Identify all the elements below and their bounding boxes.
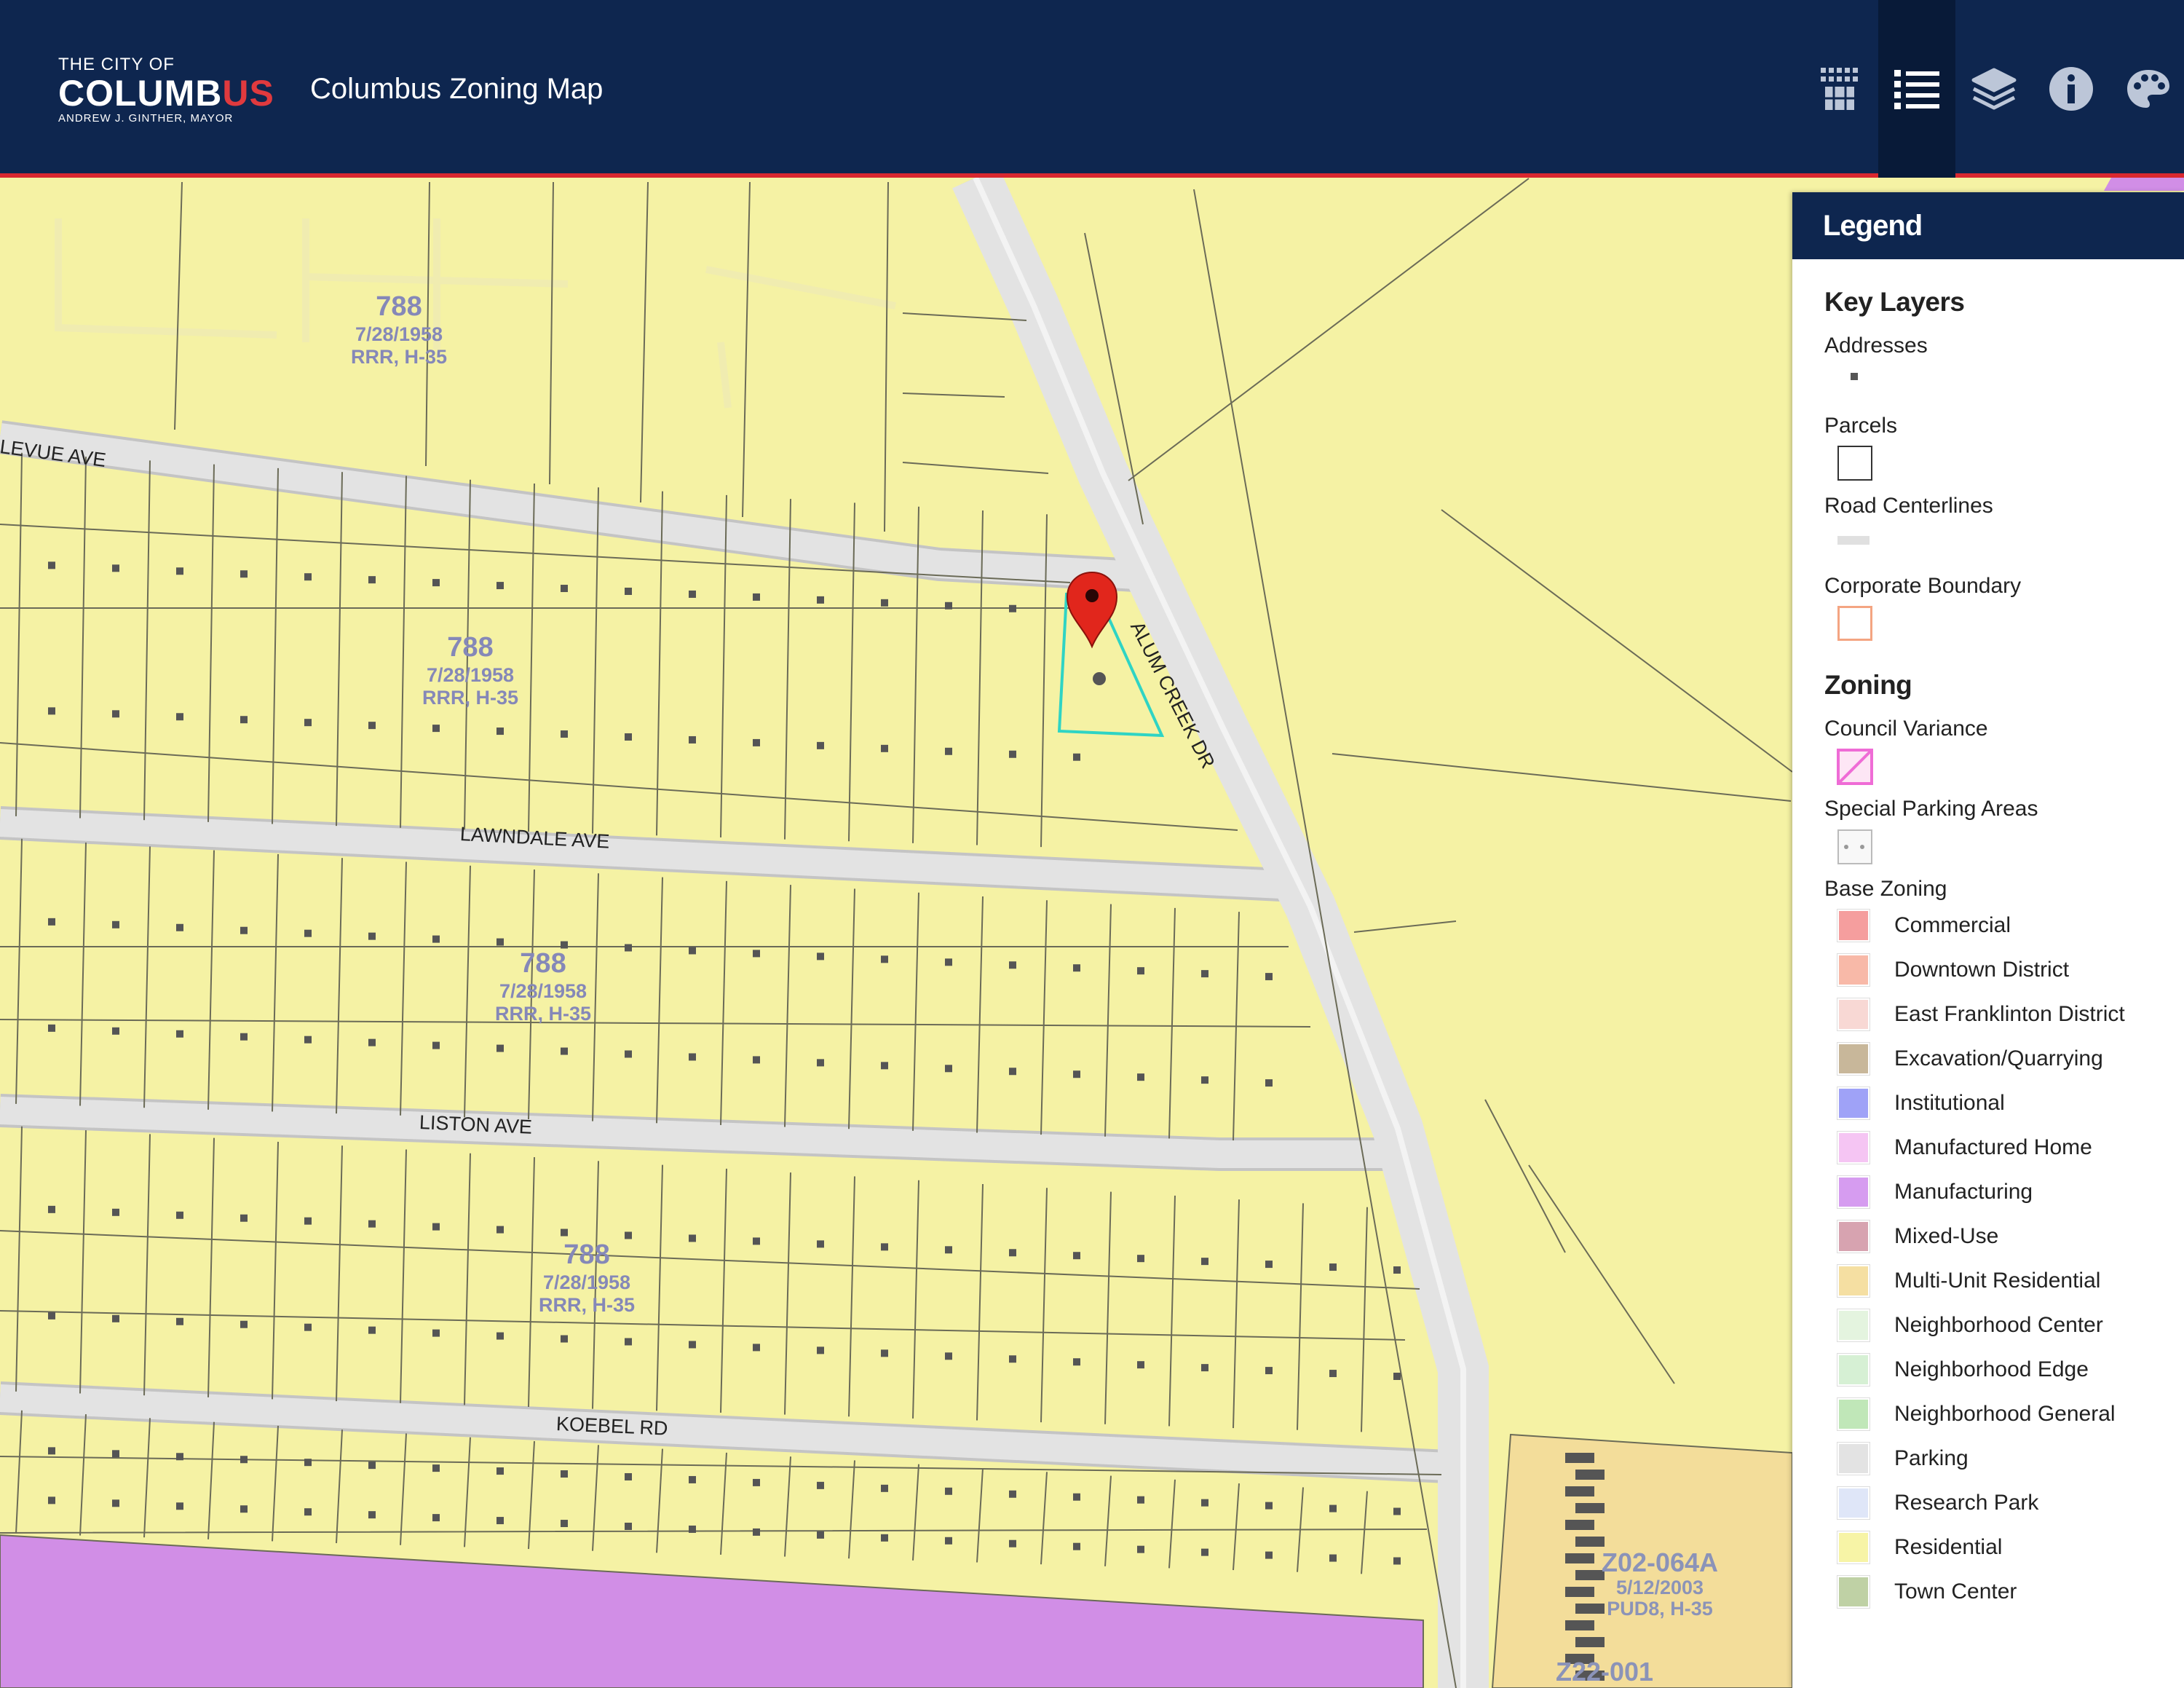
zone-label-2: 788 7/28/1958 RRR, H-35 (422, 632, 519, 709)
legend-zone-row: Neighborhood Center (1824, 1303, 2177, 1347)
legend-corporate-boundary-label: Corporate Boundary (1824, 574, 2022, 598)
zone-label: Research Park (1894, 1490, 2039, 1515)
zone-label-3: 788 7/28/1958 RRR, H-35 (494, 948, 592, 1025)
zone-swatch (1837, 1352, 1870, 1387)
basemap-gallery-icon (1821, 68, 1858, 110)
zone-label-4: 788 7/28/1958 RRR, H-35 (538, 1239, 636, 1316)
manufacturing-zone-ne (2104, 178, 2184, 191)
base-zoning-heading: Base Zoning (1824, 877, 1947, 901)
legend-zone-row: Mixed-Use (1824, 1214, 2177, 1258)
special-parking-symbol-icon (1824, 829, 2177, 867)
legend-zone-row: Commercial (1824, 903, 2177, 947)
logo-main-text: COLUMBUS (58, 73, 274, 114)
layers-button[interactable] (1955, 0, 2033, 178)
zone-label: Excavation/Quarrying (1894, 1046, 2103, 1070)
zone-label: Neighborhood Edge (1894, 1357, 2089, 1381)
layers-icon (1971, 68, 2017, 110)
zone-swatch (1837, 1397, 1870, 1431)
zone-label: Neighborhood Center (1894, 1312, 2103, 1337)
legend-parcels-label: Parcels (1824, 414, 1898, 438)
legend-zone-row: Downtown District (1824, 947, 2177, 992)
zone-label: East Franklinton District (1894, 1001, 2125, 1026)
zone-swatch (1837, 1175, 1870, 1209)
logo-top-text: THE CITY OF (58, 55, 175, 74)
council-variance-symbol-icon (1824, 749, 2177, 786)
legend-zone-row: Multi-Unit Residential (1824, 1258, 2177, 1303)
selected-address-point (1093, 672, 1106, 685)
zone-label: Town Center (1894, 1579, 2017, 1604)
case-label-z02: Z02-064A 5/12/2003 PUD8, H-35 (1601, 1547, 1719, 1620)
zone-swatch (1837, 1219, 1870, 1253)
legend-zone-row: East Franklinton District (1824, 992, 2177, 1036)
legend-panel: Legend Key Layers Addresses Parcels Road… (1792, 192, 2184, 1688)
legend-special-parking-label: Special Parking Areas (1824, 797, 2038, 821)
boundary-symbol-icon (1824, 606, 2177, 644)
zone-swatch (1837, 1130, 1870, 1164)
legend-body[interactable]: Key Layers Addresses Parcels Road Center… (1824, 287, 2177, 1614)
legend-zone-row: Research Park (1824, 1480, 2177, 1525)
road-symbol-icon (1824, 526, 2177, 564)
legend-list-icon (1894, 70, 1939, 109)
zone-swatch (1837, 1574, 1870, 1609)
zone-label: Manufactured Home (1894, 1135, 2092, 1159)
legend-button[interactable] (1878, 0, 1955, 178)
zone-label-1: 788 7/28/1958 RRR, H-35 (350, 291, 448, 368)
legend-addresses-label: Addresses (1824, 334, 1928, 358)
zone-label: Residential (1894, 1534, 2003, 1559)
legend-title: Legend (1792, 192, 2184, 259)
info-button[interactable] (2033, 0, 2110, 178)
legend-zone-row: Residential (1824, 1525, 2177, 1569)
zone-swatch (1837, 1086, 1870, 1120)
zone-label: Multi-Unit Residential (1894, 1268, 2101, 1293)
zone-swatch (1837, 1308, 1870, 1342)
zone-label: Parking (1894, 1446, 1969, 1470)
city-logo[interactable]: THE CITY OF COLUMBUS ANDREW J. GINTHER, … (58, 55, 274, 125)
app-header: THE CITY OF COLUMBUS ANDREW J. GINTHER, … (0, 0, 2184, 178)
zone-label: Downtown District (1894, 957, 2070, 982)
app-title: Columbus Zoning Map (310, 73, 604, 105)
street-label-koebel: KOEBEL RD (555, 1413, 669, 1440)
legend-zone-row: Town Center (1824, 1569, 2177, 1614)
zone-label: Institutional (1894, 1090, 2005, 1115)
basemap-gallery-button[interactable] (1801, 0, 1878, 178)
zone-swatch (1837, 1041, 1870, 1076)
zone-swatch (1837, 953, 1870, 987)
legend-zone-row: Neighborhood General (1824, 1392, 2177, 1436)
zone-swatch (1837, 1441, 1870, 1475)
palette-icon (2127, 70, 2169, 108)
basemap-style-button[interactable] (2110, 0, 2184, 178)
logo-sub-text: ANDREW J. GINTHER, MAYOR (58, 112, 234, 125)
address-symbol-icon (1824, 366, 2177, 403)
legend-zone-row: Parking (1824, 1436, 2177, 1480)
legend-zone-row: Manufacturing (1824, 1170, 2177, 1214)
legend-council-variance-label: Council Variance (1824, 717, 1988, 741)
legend-zone-row: Excavation/Quarrying (1824, 1036, 2177, 1081)
zone-label: Neighborhood General (1894, 1401, 2116, 1426)
zone-swatch (1837, 1263, 1870, 1298)
legend-zone-row: Manufactured Home (1824, 1125, 2177, 1170)
zone-swatch (1837, 908, 1870, 942)
zone-label: Manufacturing (1894, 1179, 2033, 1204)
zone-label: Commercial (1894, 912, 2011, 937)
case-label-z22: Z22-001 (1555, 1657, 1654, 1687)
zone-label: Mixed-Use (1894, 1223, 1999, 1248)
zone-swatch (1837, 1530, 1870, 1564)
zone-swatch (1837, 1486, 1870, 1520)
legend-zone-row: Neighborhood Edge (1824, 1347, 2177, 1392)
parcel-symbol-icon (1824, 446, 2177, 484)
legend-road-centerlines-label: Road Centerlines (1824, 494, 1993, 518)
legend-zone-row: Institutional (1824, 1081, 2177, 1125)
info-icon (2049, 67, 2093, 111)
key-layers-heading: Key Layers (1824, 287, 1965, 317)
zoning-heading: Zoning (1824, 670, 1912, 700)
zone-swatch (1837, 997, 1870, 1031)
base-zoning-list: Commercial Downtown District East Franklin… (1824, 903, 2177, 1614)
